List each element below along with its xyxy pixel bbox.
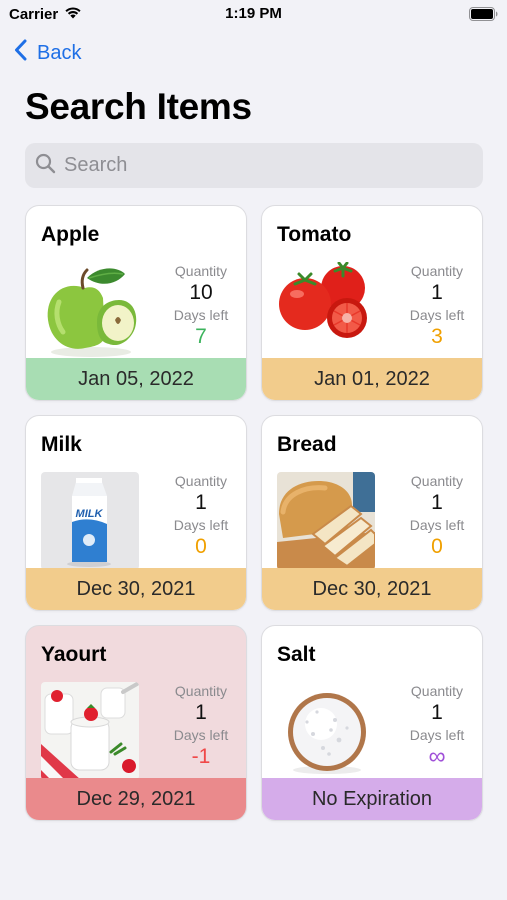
- item-name: Bread: [277, 433, 337, 456]
- item-stats: Quantity 1 Days left 0: [161, 473, 241, 561]
- item-name: Apple: [41, 223, 100, 246]
- expiration-date: Jan 01, 2022: [262, 358, 482, 400]
- days-left-label: Days left: [409, 307, 465, 323]
- milk-carton-image: MILK: [41, 472, 139, 570]
- days-left-label: Days left: [173, 517, 229, 533]
- item-name: Tomato: [277, 223, 352, 246]
- battery-icon: [469, 7, 498, 25]
- item-stats: Quantity 1 Days left 3: [397, 263, 477, 351]
- quantity-value: 10: [189, 281, 213, 304]
- days-left-value: ∞: [428, 743, 446, 770]
- expiration-date: Dec 29, 2021: [26, 778, 246, 820]
- item-name: Milk: [41, 433, 82, 456]
- item-name: Salt: [277, 643, 316, 666]
- svg-text:MILK: MILK: [76, 508, 104, 520]
- days-left-label: Days left: [173, 727, 229, 743]
- tomato-image: [277, 262, 375, 360]
- search-input[interactable]: [64, 154, 464, 177]
- item-card-milk[interactable]: Milk MILK Quantity 1 Days left 0 Dec 30,…: [25, 415, 247, 611]
- search-bar[interactable]: [25, 143, 483, 188]
- status-bar: Carrier 1:19 PM: [0, 0, 507, 28]
- quantity-label: Quantity: [174, 473, 228, 489]
- item-stats: Quantity 10 Days left 7: [161, 263, 241, 351]
- item-card-salt[interactable]: Salt Quantity 1 Days left ∞ No Expiratio…: [261, 625, 483, 821]
- back-button[interactable]: Back: [14, 38, 81, 68]
- days-left-value: 0: [195, 535, 207, 558]
- days-left-label: Days left: [173, 307, 229, 323]
- item-stats: Quantity 1 Days left -1: [161, 683, 241, 771]
- quantity-label: Quantity: [410, 473, 464, 489]
- quantity-label: Quantity: [410, 683, 464, 699]
- expiration-date: Dec 30, 2021: [262, 568, 482, 610]
- days-left-value: -1: [191, 745, 211, 768]
- item-stats: Quantity 1 Days left 0: [397, 473, 477, 561]
- quantity-value: 1: [431, 491, 443, 514]
- days-left-value: 3: [431, 325, 443, 348]
- bread-image: [277, 472, 375, 570]
- item-card-tomato[interactable]: Tomato Quantity 1 Days left 3 Jan 01, 20…: [261, 205, 483, 401]
- quantity-label: Quantity: [174, 263, 228, 279]
- quantity-value: 1: [195, 491, 207, 514]
- days-left-value: 0: [431, 535, 443, 558]
- quantity-value: 1: [431, 281, 443, 304]
- item-card-bread[interactable]: Bread Quantity 1 Days left 0 Dec 30, 202…: [261, 415, 483, 611]
- expiration-date: No Expiration: [262, 778, 482, 820]
- item-card-apple[interactable]: Apple Quantity 10 Days left 7 Jan 05, 20…: [25, 205, 247, 401]
- yogurt-image: [41, 682, 139, 780]
- item-card-yaourt[interactable]: Yaourt Quantity 1 Days left -1 Dec 29, 2…: [25, 625, 247, 821]
- days-left-value: 7: [195, 325, 207, 348]
- items-grid: Apple Quantity 10 Days left 7 Jan 05, 20…: [25, 205, 483, 821]
- salt-bowl-image: [277, 682, 375, 780]
- expiration-date: Jan 05, 2022: [26, 358, 246, 400]
- item-name: Yaourt: [41, 643, 107, 666]
- apple-image: [41, 262, 139, 360]
- days-left-label: Days left: [409, 727, 465, 743]
- quantity-value: 1: [195, 701, 207, 724]
- expiration-date: Dec 30, 2021: [26, 568, 246, 610]
- back-label: Back: [37, 41, 82, 64]
- item-stats: Quantity 1 Days left ∞: [397, 683, 477, 771]
- clock: 1:19 PM: [225, 5, 282, 22]
- quantity-value: 1: [431, 701, 443, 724]
- days-left-label: Days left: [409, 517, 465, 533]
- search-icon: [35, 153, 56, 179]
- quantity-label: Quantity: [410, 263, 464, 279]
- quantity-label: Quantity: [174, 683, 228, 699]
- page-title: Search Items: [25, 86, 252, 127]
- chevron-left-icon: [14, 39, 27, 67]
